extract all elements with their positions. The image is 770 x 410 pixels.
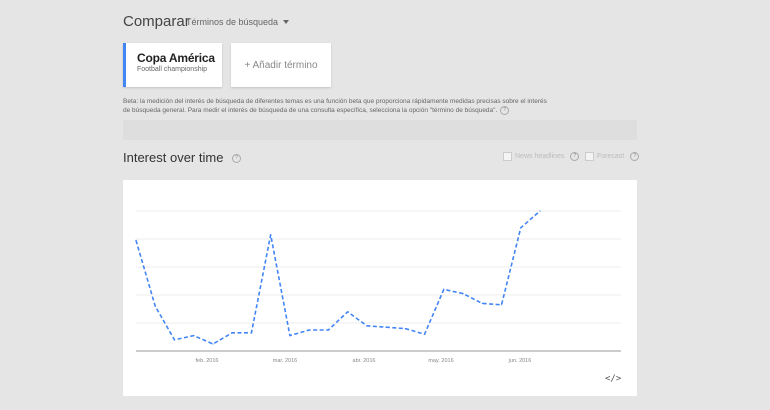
forecast-option[interactable]: Forecast ? — [585, 152, 640, 161]
data-point — [404, 328, 406, 330]
news-headlines-option[interactable]: News headlines ? — [503, 152, 580, 161]
forecast-help-icon[interactable]: ? — [630, 152, 640, 161]
data-point — [154, 305, 156, 307]
compare-title: Comparar — [123, 13, 190, 30]
data-point — [539, 210, 541, 212]
data-point — [347, 311, 349, 313]
data-point — [366, 325, 368, 327]
interest-help-icon[interactable]: ? — [232, 154, 241, 163]
data-point — [193, 335, 195, 337]
data-point — [308, 329, 310, 331]
data-point — [250, 332, 253, 334]
series-line — [135, 210, 541, 345]
add-term-button[interactable]: + Añadir término — [231, 43, 331, 87]
term-name: Copa América — [137, 51, 215, 65]
data-point — [443, 288, 445, 290]
data-point — [385, 326, 387, 328]
compare-type-dropdown[interactable]: Términos de búsqueda — [186, 17, 290, 27]
x-tick-label: mar. 2016 — [273, 358, 297, 364]
data-point — [500, 304, 503, 306]
help-icon[interactable]: ? — [500, 106, 510, 115]
x-tick-label: jun. 2016 — [508, 358, 532, 364]
news-headlines-checkbox[interactable] — [503, 152, 512, 161]
data-point — [270, 234, 272, 236]
interest-chart-svg: feb. 2016 mar. 2016 abr. 2016 may. 2016 jun.… — [135, 210, 621, 364]
interest-over-time-title: Interest over time — [123, 150, 224, 165]
data-point — [135, 239, 137, 241]
forecast-label: Forecast — [597, 153, 625, 160]
data-point — [173, 339, 176, 341]
data-point — [423, 333, 426, 335]
x-tick-label: abr. 2016 — [353, 358, 376, 364]
data-point — [481, 302, 483, 304]
beta-note-text: Beta: la medición del interés de búsqued… — [123, 98, 547, 115]
data-point — [212, 343, 214, 345]
data-point — [289, 335, 291, 337]
term-card-copa-america[interactable]: Copa América Football championship — [123, 43, 222, 87]
news-headlines-label: News headlines — [515, 153, 565, 160]
divider-band — [123, 120, 637, 140]
beta-note: Beta: la medición del interés de búsqued… — [123, 97, 553, 115]
interest-chart: feb. 2016 mar. 2016 abr. 2016 may. 2016 jun.… — [123, 180, 637, 396]
x-tick-label: feb. 2016 — [196, 358, 219, 364]
forecast-checkbox[interactable] — [585, 152, 594, 161]
chevron-down-icon — [283, 20, 290, 24]
embed-code-icon[interactable]: </> — [605, 374, 621, 384]
data-point — [520, 227, 522, 229]
data-point — [327, 329, 329, 331]
x-tick-label: may. 2016 — [428, 358, 453, 364]
compare-type-label: Términos de búsqueda — [186, 17, 279, 27]
data-point — [462, 293, 464, 295]
term-type: Football championship — [137, 66, 208, 73]
data-point — [231, 332, 233, 334]
news-headlines-help-icon[interactable]: ? — [570, 152, 580, 161]
